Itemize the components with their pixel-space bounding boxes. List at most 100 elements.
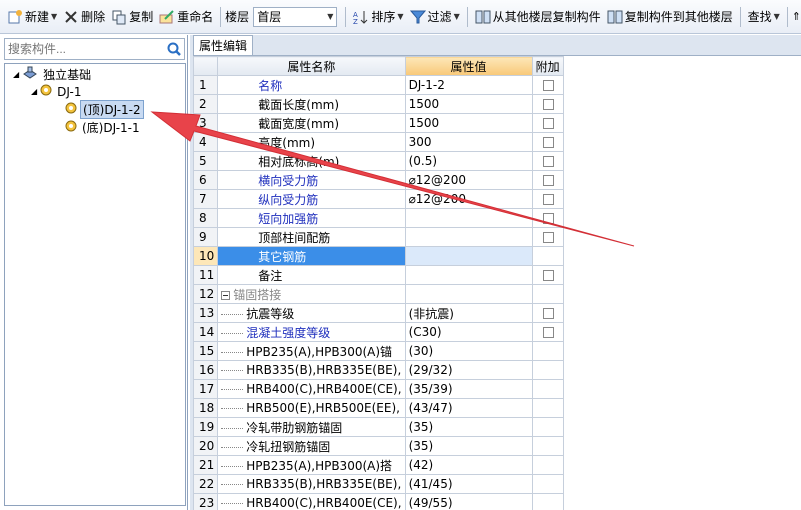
tree-node-root[interactable]: ◢ 独立基础 (13, 66, 93, 83)
table-row[interactable]: 22 HRB335(B),HRB335E(BE), (41/45) (193, 474, 564, 494)
table-row[interactable]: 10 其它钢筋 (193, 246, 564, 266)
gear-icon (40, 84, 52, 99)
table-row[interactable]: 2 截面长度(mm) 1500 (193, 94, 564, 114)
tree-node-top-dj1-1-2[interactable]: (顶)DJ-1-2 (65, 100, 144, 119)
attach-checkbox[interactable] (542, 213, 554, 224)
property-value-cell[interactable]: (49/55) (404, 493, 533, 510)
attach-checkbox[interactable] (542, 156, 554, 167)
row-index: 11 (193, 265, 219, 285)
table-row[interactable]: 8 短向加强筋 (193, 208, 564, 228)
table-row[interactable]: 13 抗震等级 (非抗震) (193, 303, 564, 323)
filter-button[interactable]: 过滤 ▼ (407, 5, 463, 29)
property-value-cell[interactable]: 1500 (404, 113, 533, 133)
copy-button[interactable]: 复制 (108, 5, 156, 29)
header-name: 属性名称 (217, 56, 406, 76)
table-row[interactable]: 6 横向受力筋 ⌀12@200 (193, 170, 564, 190)
attach-checkbox[interactable] (542, 99, 554, 110)
property-value-cell[interactable]: (42) (404, 455, 533, 475)
attach-checkbox[interactable] (542, 327, 554, 338)
property-name-cell: HRB500(E),HRB500E(EE), (217, 398, 406, 418)
filter-dropdown-icon[interactable]: ▼ (454, 12, 460, 21)
table-row[interactable]: 23 HRB400(C),HRB400E(CE), (49/55) (193, 493, 564, 510)
table-row[interactable]: 20 冷轧扭钢筋锚固 (35) (193, 436, 564, 456)
copy-to-floor-button[interactable]: 复制构件到其他楼层 (604, 5, 736, 29)
new-dropdown-icon[interactable]: ▼ (51, 12, 57, 21)
property-value-cell[interactable]: (0.5) (404, 151, 533, 171)
attach-checkbox[interactable] (542, 175, 554, 186)
table-row[interactable]: 3 截面宽度(mm) 1500 (193, 113, 564, 133)
table-row[interactable]: 1 名称 DJ-1-2 (193, 75, 564, 95)
search-input[interactable] (8, 42, 158, 56)
property-value-cell[interactable] (404, 246, 533, 266)
property-value-cell[interactable] (404, 284, 533, 304)
property-value-cell[interactable]: (43/47) (404, 398, 533, 418)
collapse-triangle-icon[interactable]: ◢ (31, 87, 37, 96)
header-value: 属性值 (404, 56, 533, 76)
collapse-triangle-icon[interactable]: ◢ (13, 70, 19, 79)
table-row[interactable]: 9 顶部柱间配筋 (193, 227, 564, 247)
table-row[interactable]: 15 HPB235(A),HPB300(A)锚 (30) (193, 341, 564, 361)
tree-node-dj1[interactable]: ◢ DJ-1 (31, 83, 83, 100)
sort-dropdown-icon[interactable]: ▼ (397, 12, 403, 21)
attach-checkbox[interactable] (542, 194, 554, 205)
tab-property-edit[interactable]: 属性编辑 (193, 35, 253, 55)
table-row[interactable]: 21 HPB235(A),HPB300(A)搭 (42) (193, 455, 564, 475)
table-row[interactable]: 19 冷轧带肋钢筋锚固 (35) (193, 417, 564, 437)
property-value-cell[interactable]: ⌀12@200 (404, 170, 533, 190)
table-row[interactable]: 14 混凝土强度等级 (C30) (193, 322, 564, 342)
property-value-cell[interactable]: (非抗震) (404, 303, 533, 323)
attach-checkbox[interactable] (542, 232, 554, 243)
delete-button[interactable]: 删除 (60, 5, 108, 29)
table-row[interactable]: 11 备注 (193, 265, 564, 285)
tree-node-bottom-dj1-1-1[interactable]: (底)DJ-1-1 (65, 119, 142, 136)
property-value-cell[interactable]: (41/45) (404, 474, 533, 494)
row-index: 2 (193, 94, 219, 114)
property-name: 混凝土强度等级 (246, 325, 331, 340)
property-value-cell[interactable]: (30) (404, 341, 533, 361)
property-value-cell[interactable]: (35) (404, 417, 533, 437)
table-row[interactable]: 7 纵向受力筋 ⌀12@200 (193, 189, 564, 209)
new-button[interactable]: 新建 ▼ (4, 5, 60, 29)
find-button[interactable]: 查找 ▼ (745, 5, 783, 29)
property-value-cell[interactable]: (C30) (404, 322, 533, 342)
attach-checkbox[interactable] (542, 118, 554, 129)
arrow-up-icon[interactable]: ⇑ (792, 10, 801, 23)
find-dropdown-icon[interactable]: ▼ (774, 12, 780, 21)
property-value-cell[interactable]: 1500 (404, 94, 533, 114)
filter-label: 过滤 (427, 10, 452, 24)
tree-line (221, 465, 244, 467)
attach-checkbox[interactable] (542, 308, 554, 319)
attach-checkbox[interactable] (542, 270, 554, 281)
table-row[interactable]: 4 高度(mm) 300 (193, 132, 564, 152)
property-name-cell: 截面宽度(mm) (217, 113, 406, 133)
property-value-cell[interactable]: (35) (404, 436, 533, 456)
find-label: 查找 (747, 10, 772, 24)
table-row[interactable]: 18 HRB500(E),HRB500E(EE), (43/47) (193, 398, 564, 418)
property-value-cell[interactable]: (29/32) (404, 360, 533, 380)
property-value-cell[interactable] (404, 227, 533, 247)
rename-button[interactable]: 重命名 (156, 5, 216, 29)
property-name: HRB400(C),HRB400E(CE), (246, 382, 402, 396)
copy-from-floor-button[interactable]: 从其他楼层复制构件 (472, 5, 604, 29)
search-icon[interactable] (166, 41, 182, 57)
property-value-cell[interactable]: (35/39) (404, 379, 533, 399)
table-row[interactable]: 12 锚固搭接 (193, 284, 564, 304)
toolbar-divider (220, 6, 222, 27)
row-index: 8 (193, 208, 219, 228)
sort-button[interactable]: AZ 排序 ▼ (350, 5, 406, 29)
table-row[interactable]: 5 相对底标高(m) (0.5) (193, 151, 564, 171)
table-row[interactable]: 17 HRB400(C),HRB400E(CE), (35/39) (193, 379, 564, 399)
property-value-cell[interactable] (404, 265, 533, 285)
property-value-cell[interactable]: ⌀12@200 (404, 189, 533, 209)
attach-checkbox[interactable] (542, 80, 554, 91)
collapse-minus-icon[interactable] (221, 290, 231, 300)
property-name-cell: 短向加强筋 (217, 208, 406, 228)
property-value-cell[interactable] (404, 208, 533, 228)
table-row[interactable]: 16 HRB335(B),HRB335E(BE), (29/32) (193, 360, 564, 380)
attach-checkbox[interactable] (542, 137, 554, 148)
tree-line (221, 389, 244, 390)
property-value-cell[interactable]: DJ-1-2 (404, 75, 533, 95)
extra-cell (531, 170, 564, 190)
floor-select[interactable]: 首层 ▼ (253, 6, 338, 27)
property-value-cell[interactable]: 300 (404, 132, 533, 152)
